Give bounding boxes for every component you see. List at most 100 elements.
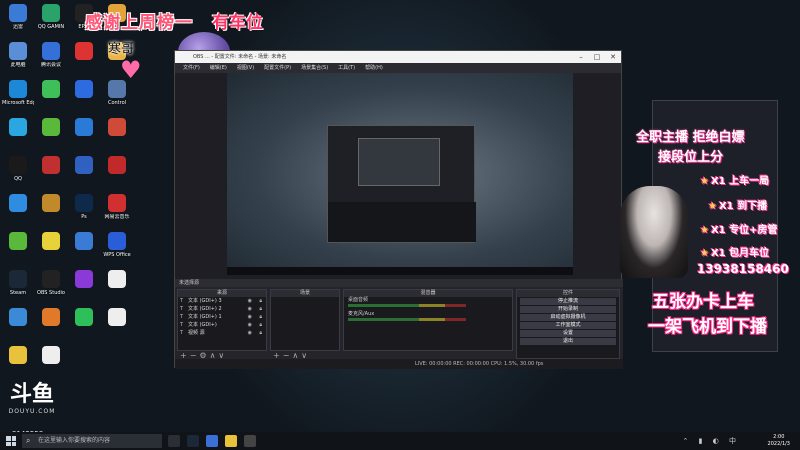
- mixer-channel-label: 桌面音频: [348, 297, 369, 303]
- obs-icon[interactable]: [243, 435, 256, 447]
- scenes-panel-title: 场景: [271, 290, 339, 297]
- obs-menu-item[interactable]: 视图(V): [237, 65, 254, 71]
- app-icon: [42, 42, 60, 60]
- qq-icon: [9, 156, 27, 174]
- obs-titlebar[interactable]: OBS ... - 配置文件: 未命名 - 场景: 未命名 – □ ✕: [175, 51, 621, 63]
- taskbar-search-input[interactable]: ⌕ 在这里输入你要搜索的内容: [22, 434, 162, 448]
- app-icon: [108, 156, 126, 174]
- lock-icon[interactable]: 🔒︎: [259, 297, 262, 305]
- desktop-icon[interactable]: [35, 232, 67, 252]
- promo-line-2: 接段位上分: [658, 150, 724, 165]
- desktop-icon[interactable]: [2, 194, 34, 214]
- desktop-icon[interactable]: 腾讯会议: [35, 42, 67, 68]
- obs-preview[interactable]: [227, 73, 573, 275]
- desktop-icon[interactable]: QQ: [2, 156, 34, 182]
- text-source-icon: T: [180, 330, 184, 336]
- audio-meter[interactable]: [348, 318, 466, 321]
- promo-rule: ★ X1 上车一局: [700, 172, 769, 187]
- lock-icon[interactable]: 🔒︎: [259, 321, 262, 329]
- windows-start-icon[interactable]: [6, 436, 16, 446]
- desktop-icon[interactable]: [35, 308, 67, 328]
- desktop-icon[interactable]: 迅雷: [2, 4, 34, 30]
- visibility-eye-icon[interactable]: ◉: [248, 305, 252, 313]
- control-button[interactable]: 设置: [520, 330, 616, 337]
- desktop-icon[interactable]: [35, 118, 67, 138]
- task-view-icon[interactable]: [168, 435, 180, 447]
- maximize-button[interactable]: □: [589, 51, 605, 63]
- control-button[interactable]: 开始录制: [520, 306, 616, 313]
- desktop-icon[interactable]: [68, 156, 100, 176]
- source-row[interactable]: T 文本 (GDI+) ◉ 🔒︎: [178, 321, 266, 329]
- desktop-icon-label: Ps: [81, 214, 87, 220]
- obs-window[interactable]: OBS ... - 配置文件: 未命名 - 场景: 未命名 – □ ✕ 文件(F…: [174, 50, 623, 369]
- desktop-icon[interactable]: 此电脑: [2, 42, 34, 68]
- control-button[interactable]: 停止推流: [520, 298, 616, 305]
- desktop-icon[interactable]: [101, 308, 133, 328]
- desktop-icon[interactable]: [101, 156, 133, 176]
- text-source-icon: T: [180, 322, 184, 328]
- app-icon[interactable]: [205, 435, 218, 447]
- obs-menu-item[interactable]: 配置文件(P): [264, 65, 291, 71]
- obs-menu-item[interactable]: 编辑(E): [210, 65, 227, 71]
- desktop-icon[interactable]: [68, 232, 100, 252]
- desktop-icon[interactable]: Ps: [68, 194, 100, 220]
- desktop-icon[interactable]: [35, 346, 67, 366]
- obs-menu-item[interactable]: 场景集合(S): [301, 65, 328, 71]
- desktop-icon[interactable]: [35, 156, 67, 176]
- desktop-icon[interactable]: [68, 118, 100, 138]
- source-row[interactable]: T 文本 (GDI+) 3 ◉ 🔒︎: [178, 297, 266, 305]
- desktop-icon[interactable]: [2, 308, 34, 328]
- wps-icon: [108, 232, 126, 250]
- desktop-icon[interactable]: Steam: [2, 270, 34, 296]
- minimize-button[interactable]: –: [573, 51, 589, 63]
- source-row[interactable]: T 文本 (GDI+) 2 ◉ 🔒︎: [178, 305, 266, 313]
- desktop-icon[interactable]: [101, 270, 133, 290]
- lock-icon[interactable]: 🔒︎: [259, 329, 262, 337]
- desktop-icon[interactable]: [68, 42, 100, 62]
- desktop-icon[interactable]: [35, 194, 67, 214]
- lock-icon[interactable]: 🔒︎: [259, 313, 262, 321]
- mixer-channel[interactable]: 麦克风/Aux: [344, 311, 512, 325]
- desktop-icon-label: 腾讯会议: [40, 62, 61, 68]
- system-tray[interactable]: ⌃ ▮ ◐ 中: [682, 436, 740, 446]
- desktop-icon-label: QQ GAMIN: [37, 24, 65, 30]
- lock-icon[interactable]: 🔒︎: [259, 305, 262, 313]
- visibility-eye-icon[interactable]: ◉: [248, 321, 252, 329]
- desktop-icon[interactable]: Microsoft Edge: [2, 80, 34, 106]
- close-button[interactable]: ✕: [605, 51, 621, 63]
- visibility-eye-icon[interactable]: ◉: [248, 329, 252, 337]
- visibility-eye-icon[interactable]: ◉: [248, 313, 252, 321]
- desktop-icon[interactable]: [68, 80, 100, 100]
- taskbar-clock[interactable]: 2:00 2022/1/3: [768, 434, 790, 448]
- control-button[interactable]: 启动虚拟摄像机: [520, 314, 616, 321]
- desktop-icon[interactable]: [2, 232, 34, 252]
- desktop-icon[interactable]: [2, 118, 34, 138]
- desktop-icon[interactable]: [68, 308, 100, 328]
- taskbar: ⌕ 在这里输入你要搜索的内容 ⌃ ▮ ◐ 中 2:00 2022/1/3: [0, 432, 800, 450]
- desktop-icon[interactable]: [2, 346, 34, 366]
- desktop-icon[interactable]: QQ GAMIN: [35, 4, 67, 30]
- desktop-icon[interactable]: OBS Studio: [35, 270, 67, 296]
- obs-menu-item[interactable]: 工具(T): [338, 65, 355, 71]
- desktop-icon[interactable]: 网易云音乐: [101, 194, 133, 220]
- nested-obs-preview-inner: [358, 138, 440, 186]
- desktop-icon[interactable]: WPS Office: [101, 232, 133, 258]
- app-icon: [75, 156, 93, 174]
- desktop-icon[interactable]: [101, 118, 133, 138]
- desktop-icon[interactable]: [68, 270, 100, 290]
- visibility-eye-icon[interactable]: ◉: [248, 297, 252, 305]
- source-row[interactable]: T 文本 (GDI+) 1 ◉ 🔒︎: [178, 313, 266, 321]
- preview-taskbar: [227, 267, 573, 275]
- control-button[interactable]: 工作室模式: [520, 322, 616, 329]
- folder-icon[interactable]: [224, 435, 237, 447]
- obs-menu-item[interactable]: 文件(F): [183, 65, 200, 71]
- source-label: 文本 (GDI+): [188, 322, 217, 328]
- desktop-icon[interactable]: [35, 80, 67, 100]
- obs-menu-item[interactable]: 帮助(H): [365, 65, 383, 71]
- audio-meter[interactable]: [348, 304, 466, 307]
- mixer-channel[interactable]: 桌面音频: [344, 297, 512, 311]
- steam-icon[interactable]: [186, 435, 199, 447]
- streamer-avatar: [620, 186, 688, 278]
- control-button[interactable]: 退出: [520, 338, 616, 345]
- source-row[interactable]: T 视频 源 ◉ 🔒︎: [178, 329, 266, 337]
